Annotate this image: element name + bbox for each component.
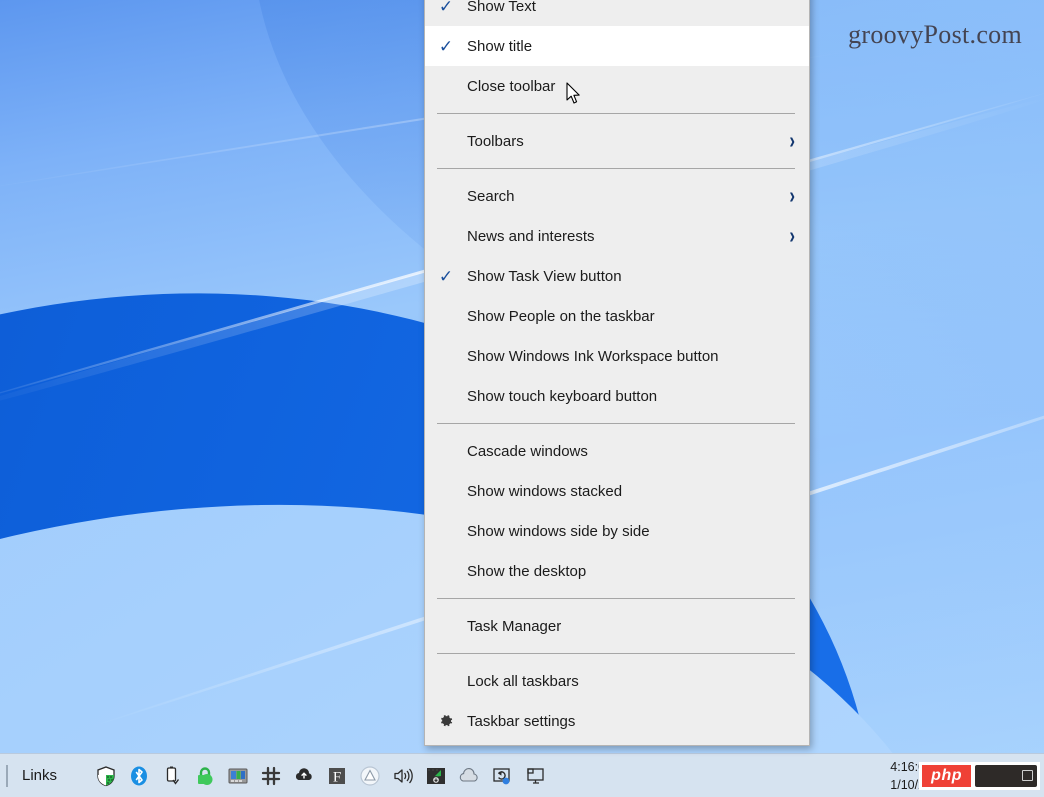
menu-item-news-and-interests[interactable]: News and interests› <box>425 216 809 256</box>
menu-item-label: News and interests <box>467 228 789 245</box>
svg-text:F: F <box>333 769 341 785</box>
checkmark-icon: ✓ <box>425 268 467 285</box>
cloud-upload-icon[interactable] <box>293 765 315 787</box>
bluetooth-icon[interactable] <box>128 765 150 787</box>
checkmark-icon: ✓ <box>425 0 467 15</box>
menu-item-label: Show windows stacked <box>467 483 797 500</box>
mouse-cursor <box>566 82 582 111</box>
menu-separator <box>437 598 795 599</box>
menu-item-show-touch-keyboard-button[interactable]: Show touch keyboard button <box>425 376 809 416</box>
sync-screen-icon[interactable] <box>491 765 513 787</box>
menu-separator <box>437 113 795 114</box>
menu-separator <box>437 423 795 424</box>
menu-item-taskbar-settings[interactable]: Taskbar settings <box>425 701 809 741</box>
php-overlay-mini-icon <box>1022 770 1033 781</box>
menu-item-label: Show Text <box>467 0 797 15</box>
php-overlay-badge: php <box>919 762 1040 790</box>
menu-item-label: Search <box>467 188 789 205</box>
menu-item-show-windows-stacked[interactable]: Show windows stacked <box>425 471 809 511</box>
taskbar-context-menu[interactable]: ✓Show Text✓Show titleClose toolbarToolba… <box>424 0 810 746</box>
chevron-right-icon: › <box>789 128 795 155</box>
menu-item-show-title[interactable]: ✓Show title <box>425 26 809 66</box>
slack-icon[interactable] <box>260 765 282 787</box>
menu-item-close-toolbar[interactable]: Close toolbar <box>425 66 809 106</box>
circle-triangle-icon[interactable] <box>359 765 381 787</box>
menu-item-label: Show Windows Ink Workspace button <box>467 348 797 365</box>
menu-separator <box>437 168 795 169</box>
menu-item-show-text[interactable]: ✓Show Text <box>425 0 809 26</box>
menu-item-cascade-windows[interactable]: Cascade windows <box>425 431 809 471</box>
php-overlay-bar <box>975 765 1037 787</box>
menu-item-label: Cascade windows <box>467 443 797 460</box>
site-watermark: groovyPost.com <box>848 20 1022 50</box>
menu-item-label: Taskbar settings <box>467 713 797 730</box>
menu-item-label: Show touch keyboard button <box>467 388 797 405</box>
php-badge-label: php <box>922 765 971 787</box>
display-adapter-icon[interactable] <box>227 765 249 787</box>
menu-item-label: Show People on the taskbar <box>467 308 797 325</box>
network-monitor-icon[interactable] <box>425 765 447 787</box>
usb-eject-icon[interactable] <box>161 765 183 787</box>
toolbar-grip-handle[interactable] <box>6 765 8 787</box>
menu-item-show-people-on-the-taskbar[interactable]: Show People on the taskbar <box>425 296 809 336</box>
menu-item-label: Close toolbar <box>467 78 797 95</box>
menu-item-show-windows-ink-workspace-button[interactable]: Show Windows Ink Workspace button <box>425 336 809 376</box>
taskbar[interactable]: Links <box>0 753 1044 797</box>
checkmark-icon: ✓ <box>425 38 467 55</box>
menu-item-lock-all-taskbars[interactable]: Lock all taskbars <box>425 661 809 701</box>
menu-item-task-manager[interactable]: Task Manager <box>425 606 809 646</box>
chevron-right-icon: › <box>789 223 795 250</box>
menu-item-label: Lock all taskbars <box>467 673 797 690</box>
menu-item-toolbars[interactable]: Toolbars› <box>425 121 809 161</box>
menu-item-label: Show Task View button <box>467 268 797 285</box>
menu-item-label: Show title <box>467 38 797 55</box>
menu-separator <box>437 653 795 654</box>
display-monitor-icon[interactable] <box>524 765 546 787</box>
font-f-icon[interactable]: F <box>326 765 348 787</box>
menu-item-label: Show windows side by side <box>467 523 797 540</box>
security-shield-icon[interactable] <box>95 765 117 787</box>
links-toolbar-label[interactable]: Links <box>22 767 57 784</box>
menu-item-show-task-view-button[interactable]: ✓Show Task View button <box>425 256 809 296</box>
chevron-right-icon: › <box>789 183 795 210</box>
green-lock-icon[interactable] <box>194 765 216 787</box>
menu-item-label: Task Manager <box>467 618 797 635</box>
system-tray[interactable]: F <box>95 765 546 787</box>
menu-item-show-windows-side-by-side[interactable]: Show windows side by side <box>425 511 809 551</box>
volume-icon[interactable] <box>392 765 414 787</box>
menu-item-search[interactable]: Search› <box>425 176 809 216</box>
menu-item-show-the-desktop[interactable]: Show the desktop <box>425 551 809 591</box>
menu-item-label: Show the desktop <box>467 563 797 580</box>
gear-icon <box>425 713 467 729</box>
menu-item-label: Toolbars <box>467 133 789 150</box>
onedrive-cloud-icon[interactable] <box>458 765 480 787</box>
